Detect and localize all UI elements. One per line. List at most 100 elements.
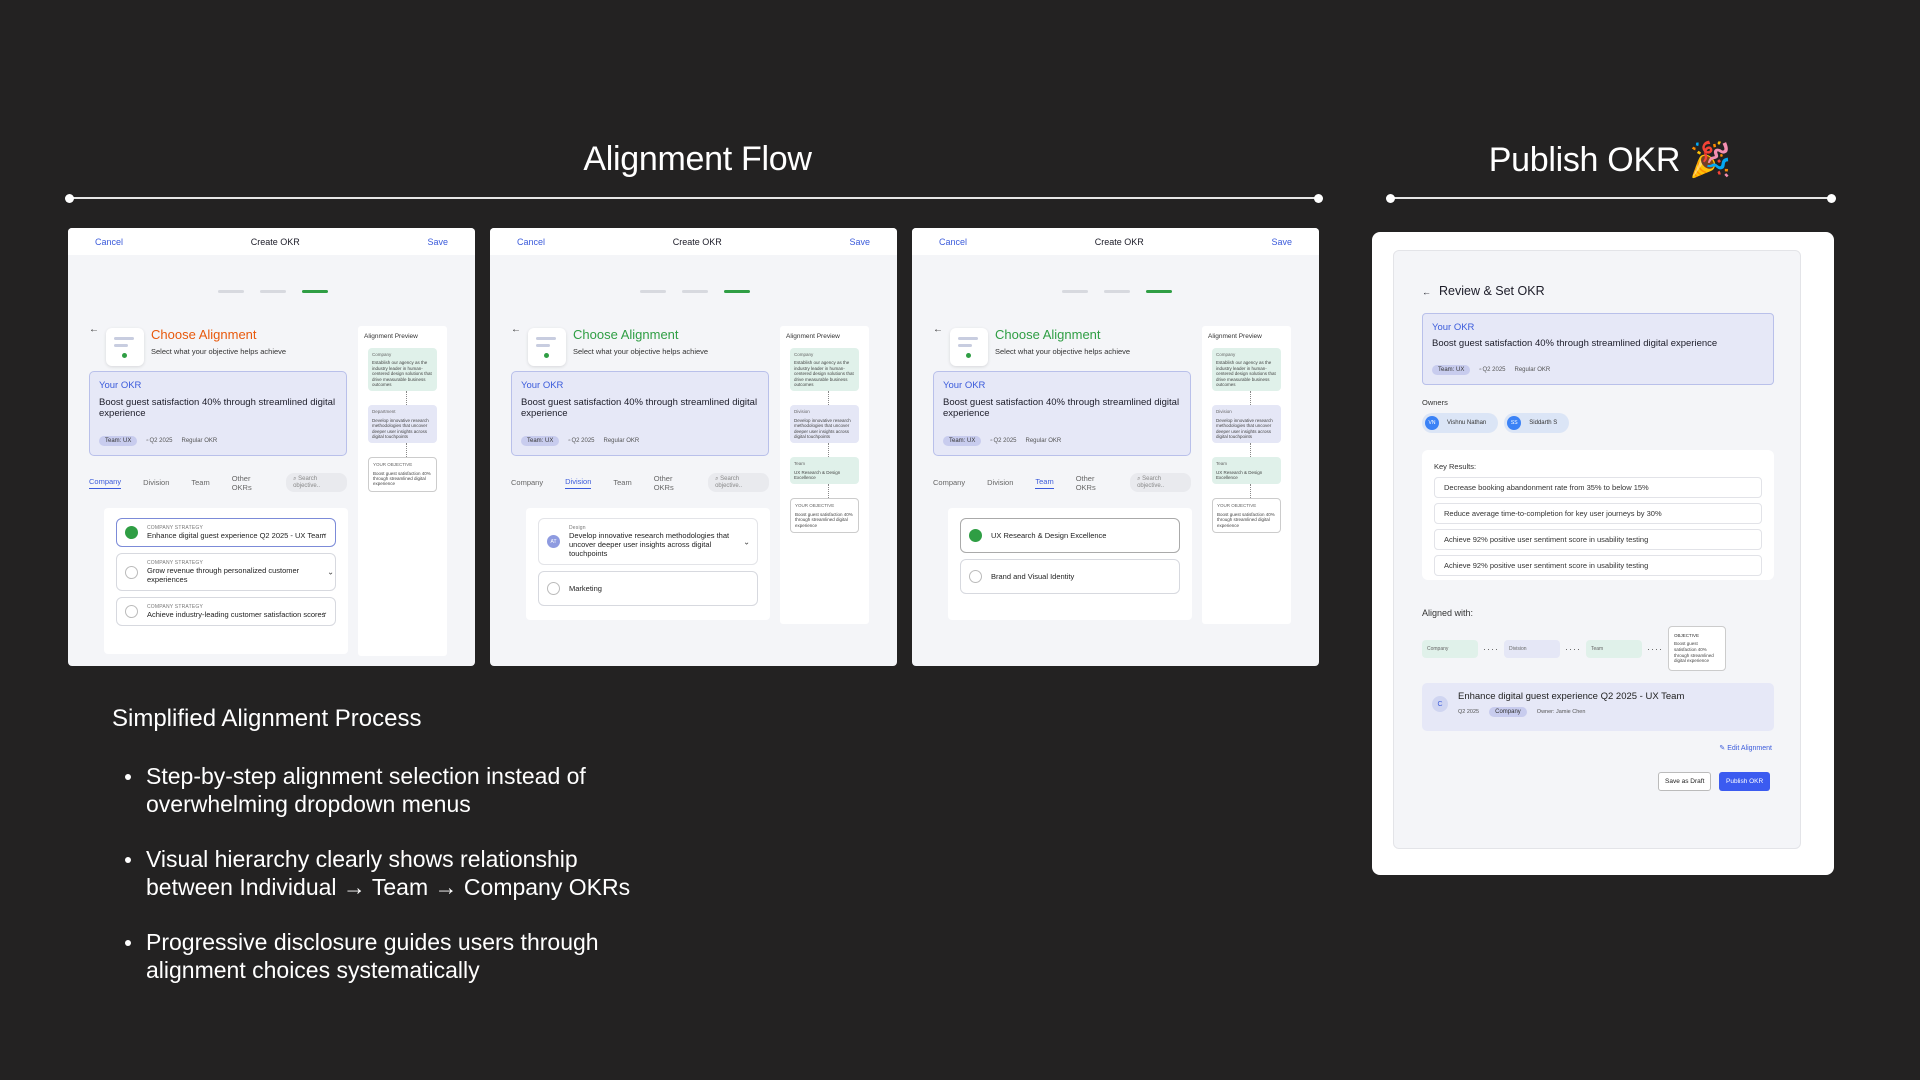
search-icon: ⌕ bbox=[293, 476, 297, 482]
key-results-label: Key Results: bbox=[1434, 462, 1477, 471]
tab-division[interactable]: Division bbox=[987, 478, 1013, 487]
alignment-preview: Alignment Preview Company Establish our a… bbox=[1202, 326, 1291, 624]
tab-division[interactable]: Division bbox=[565, 477, 592, 489]
save-button[interactable]: Save bbox=[1271, 237, 1292, 247]
publish-okr-button[interactable]: Publish OKR bbox=[1719, 772, 1771, 791]
choose-alignment-subtitle: Select what your objective helps achieve bbox=[573, 347, 709, 356]
benefit-list: Step-by-step alignment selection instead… bbox=[112, 762, 632, 1011]
aligned-okr-meta: Q2 2025 Company Owner: Jamie Chen bbox=[1458, 707, 1684, 717]
alignment-tabs: Company Division Team Other OKRs ⌕ Searc… bbox=[511, 473, 769, 492]
avatar: C bbox=[1432, 696, 1448, 712]
radio-unselected[interactable] bbox=[969, 570, 982, 583]
option-item[interactable]: COMPANY STRATEGY Grow revenue through per… bbox=[116, 553, 336, 591]
screen-title: Create OKR bbox=[672, 236, 722, 247]
save-button[interactable]: Save bbox=[427, 237, 448, 247]
cancel-button[interactable]: Cancel bbox=[939, 237, 967, 247]
publish-timeline bbox=[1386, 193, 1836, 203]
search-placeholder: Search objective.. bbox=[715, 476, 743, 489]
okr-type: Regular OKR bbox=[181, 438, 218, 444]
quarter-text: Q2 2025 bbox=[1482, 367, 1506, 373]
pencil-icon: ✎ bbox=[1719, 745, 1726, 752]
preview-node-division: Division Develop innovative research meth… bbox=[1212, 405, 1281, 444]
option-item[interactable]: Brand and Visual Identity bbox=[960, 559, 1180, 594]
search-placeholder: Search objective.. bbox=[293, 476, 321, 489]
benefit-item: Progressive disclosure guides users thro… bbox=[112, 928, 632, 984]
search-input[interactable]: ⌕ Search objective.. bbox=[1130, 473, 1191, 492]
calendar-icon: ▫ bbox=[1479, 367, 1482, 373]
your-okr-card: Your OKR Boost guest satisfaction 40% th… bbox=[933, 371, 1191, 456]
tab-team[interactable]: Team bbox=[191, 478, 209, 487]
your-okr-card: Your OKR Boost guest satisfaction 40% th… bbox=[511, 371, 769, 456]
preview-connector bbox=[406, 391, 441, 406]
search-input[interactable]: ⌕ Search objective.. bbox=[708, 473, 769, 492]
preview-title: Alignment Preview bbox=[364, 333, 418, 340]
top-bar: Cancel Create OKR Save bbox=[490, 228, 897, 255]
radio-unselected[interactable] bbox=[125, 605, 138, 618]
save-draft-button[interactable]: Save as Draft bbox=[1658, 772, 1712, 791]
options-list: AT Design Develop innovative research met… bbox=[526, 508, 770, 620]
key-results-panel: Key Results: Decrease booking abandonmen… bbox=[1422, 450, 1774, 580]
your-okr-card: Your OKR Boost guest satisfaction 40% th… bbox=[1422, 313, 1774, 385]
alignment-illustration-icon bbox=[528, 328, 566, 366]
owner-chip[interactable]: SS Siddarth S bbox=[1504, 413, 1570, 433]
radio-unselected[interactable] bbox=[125, 565, 138, 579]
preview-node-objective: YOUR OBJECTIVE Boost guest satisfaction 4… bbox=[1212, 498, 1281, 534]
option-item[interactable]: Marketing bbox=[538, 571, 758, 606]
benefit-item: Step-by-step alignment selection instead… bbox=[112, 762, 632, 818]
back-arrow-icon[interactable]: ← bbox=[933, 324, 943, 335]
alignment-preview: Alignment Preview Company Establish our a… bbox=[358, 326, 447, 656]
tab-company[interactable]: Company bbox=[511, 478, 543, 487]
tab-team[interactable]: Team bbox=[613, 478, 631, 487]
avatar: AT bbox=[547, 535, 560, 548]
tab-team[interactable]: Team bbox=[1035, 477, 1054, 489]
team-chip: Team: UX bbox=[521, 436, 560, 446]
preview-node-company: Company Establish our agency as the indus… bbox=[368, 348, 437, 392]
avatar: SS bbox=[1507, 416, 1522, 430]
option-item[interactable]: COMPANY STRATEGY Enhance digital guest ex… bbox=[116, 518, 336, 547]
option-item[interactable]: COMPANY STRATEGY Achieve industry-leading… bbox=[116, 597, 336, 626]
tab-company[interactable]: Company bbox=[89, 477, 122, 489]
preview-node-company: Company Establish our agency as the indus… bbox=[1212, 348, 1281, 392]
choose-alignment-subtitle: Select what your objective helps achieve bbox=[151, 347, 287, 356]
owner-chip[interactable]: VN Vishnu Nathan bbox=[1422, 413, 1499, 433]
option-item[interactable]: UX Research & Design Excellence bbox=[960, 518, 1180, 553]
radio-selected[interactable] bbox=[125, 526, 138, 539]
chevron-down-icon[interactable]: ⌄ bbox=[321, 528, 328, 537]
edit-alignment-link[interactable]: ✎ Edit Alignment bbox=[1719, 744, 1772, 752]
preview-node-objective: YOUR OBJECTIVE Boost guest satisfaction 4… bbox=[368, 457, 437, 492]
radio-selected[interactable] bbox=[969, 529, 982, 542]
chevron-down-icon[interactable]: ⌄ bbox=[743, 537, 750, 546]
search-input[interactable]: ⌕ Search objective.. bbox=[286, 473, 347, 492]
chain-node-objective: OBJECTIVE Boost guest satisfaction 40% th… bbox=[1668, 626, 1726, 672]
timeline-start-dot bbox=[65, 193, 74, 203]
back-arrow-icon[interactable]: ← bbox=[511, 324, 521, 335]
alignment-preview: Alignment Preview Company Establish our a… bbox=[780, 326, 869, 624]
back-arrow-icon[interactable]: ← bbox=[89, 324, 99, 335]
preview-node-company: Company Establish our agency as the indus… bbox=[790, 348, 859, 392]
option-item[interactable]: AT Design Develop innovative research met… bbox=[538, 518, 758, 565]
chevron-down-icon[interactable]: ⌄ bbox=[321, 607, 328, 616]
screen-division-step: Cancel Create OKR Save ← Choose Alignmen… bbox=[490, 228, 897, 666]
cancel-button[interactable]: Cancel bbox=[517, 237, 545, 247]
key-result-item: Reduce average time-to-completion for ke… bbox=[1434, 503, 1762, 524]
options-list: UX Research & Design Excellence Brand an… bbox=[948, 508, 1192, 620]
aligned-with-label: Aligned with: bbox=[1422, 608, 1474, 618]
chain-node-team: Team bbox=[1586, 639, 1642, 658]
tab-other-okrs[interactable]: Other OKRs bbox=[1076, 474, 1112, 492]
tab-division[interactable]: Division bbox=[143, 478, 169, 487]
tab-company[interactable]: Company bbox=[933, 478, 965, 487]
preview-connector bbox=[828, 391, 863, 406]
top-bar: Cancel Create OKR Save bbox=[912, 228, 1319, 255]
preview-connector bbox=[828, 484, 863, 499]
tab-other-okrs[interactable]: Other OKRs bbox=[654, 474, 690, 492]
save-button[interactable]: Save bbox=[849, 237, 870, 247]
chevron-down-icon[interactable]: ⌄ bbox=[327, 568, 334, 577]
alignment-illustration-icon bbox=[106, 328, 144, 366]
back-arrow-icon[interactable]: ← bbox=[1422, 287, 1431, 297]
alignment-flow-title: Alignment Flow bbox=[583, 140, 812, 178]
simplified-heading: Simplified Alignment Process bbox=[112, 705, 422, 732]
cancel-button[interactable]: Cancel bbox=[95, 237, 123, 247]
radio-unselected[interactable] bbox=[547, 582, 560, 595]
tab-other-okrs[interactable]: Other OKRs bbox=[232, 474, 268, 492]
option-text: Grow revenue through personalized custom… bbox=[147, 566, 300, 584]
